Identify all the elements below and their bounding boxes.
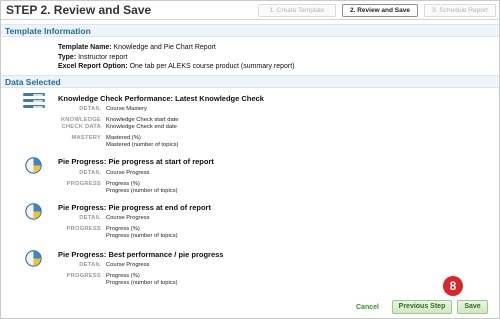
step-create-template: 1. Create Template	[258, 4, 336, 17]
template-name-value: Knowledge and Pie Chart Report	[113, 44, 216, 51]
step-review-and-save: 2. Review and Save	[342, 4, 418, 17]
pie-chart-icon	[25, 250, 42, 267]
data-item-title: Pie Progress: Pie progress at start of r…	[58, 157, 214, 166]
previous-step-button[interactable]: Previous Step	[392, 300, 452, 314]
pie-chart-icon	[25, 157, 42, 174]
step-schedule-report: 3. Schedule Report	[424, 4, 496, 17]
data-item-title: Knowledge Check Performance: Latest Know…	[58, 94, 264, 103]
data-item-title: Pie Progress: Best performance / pie pro…	[58, 250, 224, 259]
review-and-save-panel: STEP 2. Review and Save 1. Create Templa…	[0, 0, 500, 319]
template-information-heading: Template Information	[1, 24, 499, 37]
template-information: Template Name: Knowledge and Pie Chart R…	[58, 43, 295, 72]
data-selected-heading: Data Selected	[1, 75, 499, 88]
page-title: STEP 2. Review and Save	[6, 3, 152, 17]
step-indicator: 1. Create Template 2. Review and Save 3.…	[258, 4, 496, 17]
type-value: Instructor report	[78, 53, 128, 61]
type-row: Type: Instructor report	[58, 53, 128, 61]
data-item-title: Pie Progress: Pie progress at end of rep…	[58, 203, 211, 212]
section-title: Template Information	[5, 26, 91, 36]
footer-actions: Cancel Previous Step Save	[1, 297, 499, 319]
section-title: Data Selected	[5, 77, 61, 87]
excel-option-value: One tab per ALEKS course product (summar…	[129, 63, 295, 70]
cancel-link[interactable]: Cancel	[356, 304, 379, 311]
pie-chart-icon	[25, 203, 42, 220]
header-bar: STEP 2. Review and Save 1. Create Templa…	[1, 1, 499, 20]
template-name-row: Template Name: Knowledge and Pie Chart R…	[58, 44, 216, 51]
excel-option-row: Excel Report Option: One tab per ALEKS c…	[58, 63, 295, 70]
step-callout-badge: 8	[443, 276, 463, 296]
save-button[interactable]: Save	[457, 300, 488, 314]
